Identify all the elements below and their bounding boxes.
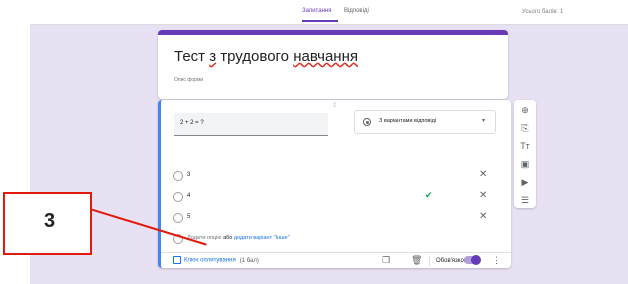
- question-type-label: З варіантами відповіді: [379, 118, 437, 124]
- tab-responses[interactable]: Відповіді: [344, 8, 369, 14]
- points-label: (1 бал): [239, 257, 259, 264]
- option-radio[interactable]: [173, 213, 183, 223]
- duplicate-icon[interactable]: ❐: [382, 255, 390, 266]
- more-options-icon[interactable]: ⋮: [492, 255, 501, 266]
- option-label[interactable]: 4: [187, 193, 190, 199]
- form-title-card[interactable]: Тест з трудового навчання Опис форми: [158, 30, 508, 99]
- question-text: 2 + 2 = ?: [180, 120, 204, 126]
- spellcheck-word: навчання: [293, 48, 358, 65]
- drag-handle-icon[interactable]: ⁞⁞⁞: [333, 103, 336, 109]
- question-input[interactable]: 2 + 2 = ?: [174, 113, 328, 136]
- tab-questions[interactable]: Запитання: [302, 8, 331, 14]
- form-canvas: Тест з трудового навчання Опис форми ⁞⁞⁞…: [30, 25, 628, 284]
- option-label[interactable]: 3: [187, 172, 190, 178]
- remove-option-icon[interactable]: ✕: [479, 169, 487, 180]
- footer-separator: [429, 256, 430, 266]
- remove-option-icon[interactable]: ✕: [479, 190, 487, 201]
- option-row: 5 ✕: [173, 211, 493, 224]
- remove-option-icon[interactable]: ✕: [479, 211, 487, 222]
- add-option-row: Додати опцію або додати варіант "Інше": [173, 233, 493, 245]
- form-description[interactable]: Опис форми: [174, 77, 203, 83]
- correct-answer-check-icon: ✔: [425, 190, 433, 200]
- add-section-icon[interactable]: ☰: [519, 194, 531, 206]
- import-questions-icon[interactable]: ⎘: [519, 122, 531, 134]
- annotation-callout: 3: [3, 192, 92, 255]
- option-label[interactable]: 5: [187, 214, 190, 220]
- add-video-icon[interactable]: ▶: [519, 176, 531, 188]
- answer-key-label: Ключ оплитування: [184, 257, 236, 264]
- required-toggle[interactable]: [464, 255, 481, 265]
- option-radio[interactable]: [173, 192, 183, 202]
- form-title-part: Тест: [174, 48, 210, 65]
- annotation-number: 3: [43, 210, 56, 232]
- question-card[interactable]: ⁞⁞⁞ 2 + 2 = ? З варіантами відповіді ▾ 3…: [158, 100, 511, 268]
- add-title-icon[interactable]: Tт: [519, 140, 531, 152]
- or-text: або: [223, 235, 233, 241]
- floating-toolbar: ⊕ ⎘ Tт ▣ ▶ ☰: [514, 100, 536, 208]
- add-question-icon[interactable]: ⊕: [519, 104, 531, 116]
- top-tab-bar: Запитання Відповіді Усього балів: 1: [30, 0, 628, 25]
- answer-key-icon: [173, 256, 181, 264]
- add-image-icon[interactable]: ▣: [519, 158, 531, 170]
- add-option-text: Додати опцію або додати варіант "Інше": [187, 235, 290, 241]
- forms-editor: Запитання Відповіді Усього балів: 1 Тест…: [30, 0, 628, 284]
- form-title-part: трудового: [216, 48, 294, 65]
- option-radio[interactable]: [173, 171, 183, 181]
- total-points: Усього балів: 1: [522, 9, 564, 15]
- answer-key-button[interactable]: Ключ оплитування (1 бал): [173, 256, 259, 264]
- option-row: 4 ✔ ✕: [173, 190, 493, 203]
- active-tab-indicator: [302, 20, 338, 22]
- footer-divider: [161, 252, 511, 253]
- caret-down-icon: ▾: [481, 118, 485, 124]
- option-row: 3 ✕: [173, 169, 493, 182]
- add-other-button[interactable]: додати варіант "Інше": [234, 235, 290, 241]
- question-type-select[interactable]: З варіантами відповіді ▾: [354, 110, 496, 134]
- trash-icon[interactable]: 🗑: [411, 255, 422, 266]
- radio-type-icon: [363, 118, 371, 126]
- form-title[interactable]: Тест з трудового навчання: [174, 48, 358, 65]
